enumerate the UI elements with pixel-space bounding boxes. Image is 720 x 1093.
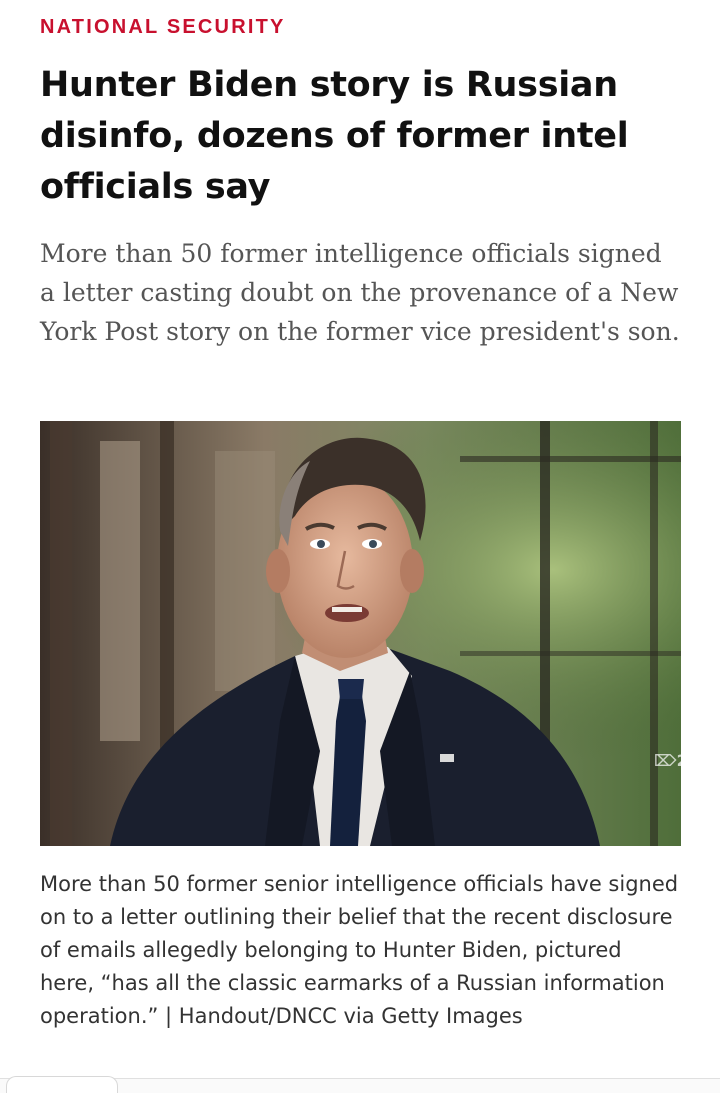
photo-watermark: ⌦2 <box>654 751 681 770</box>
photo-caption: More than 50 former senior intelligence … <box>40 872 679 1028</box>
article-photo[interactable]: ⌦2 <box>40 421 681 846</box>
section-label[interactable]: NATIONAL SECURITY <box>40 16 286 39</box>
article-dek: More than 50 former intelligence officia… <box>40 239 680 346</box>
bottom-tab[interactable] <box>6 1076 118 1093</box>
photo-illustration: ⌦2 <box>40 421 681 846</box>
article-headline: Hunter Biden story is Russian disinfo, d… <box>40 65 629 207</box>
